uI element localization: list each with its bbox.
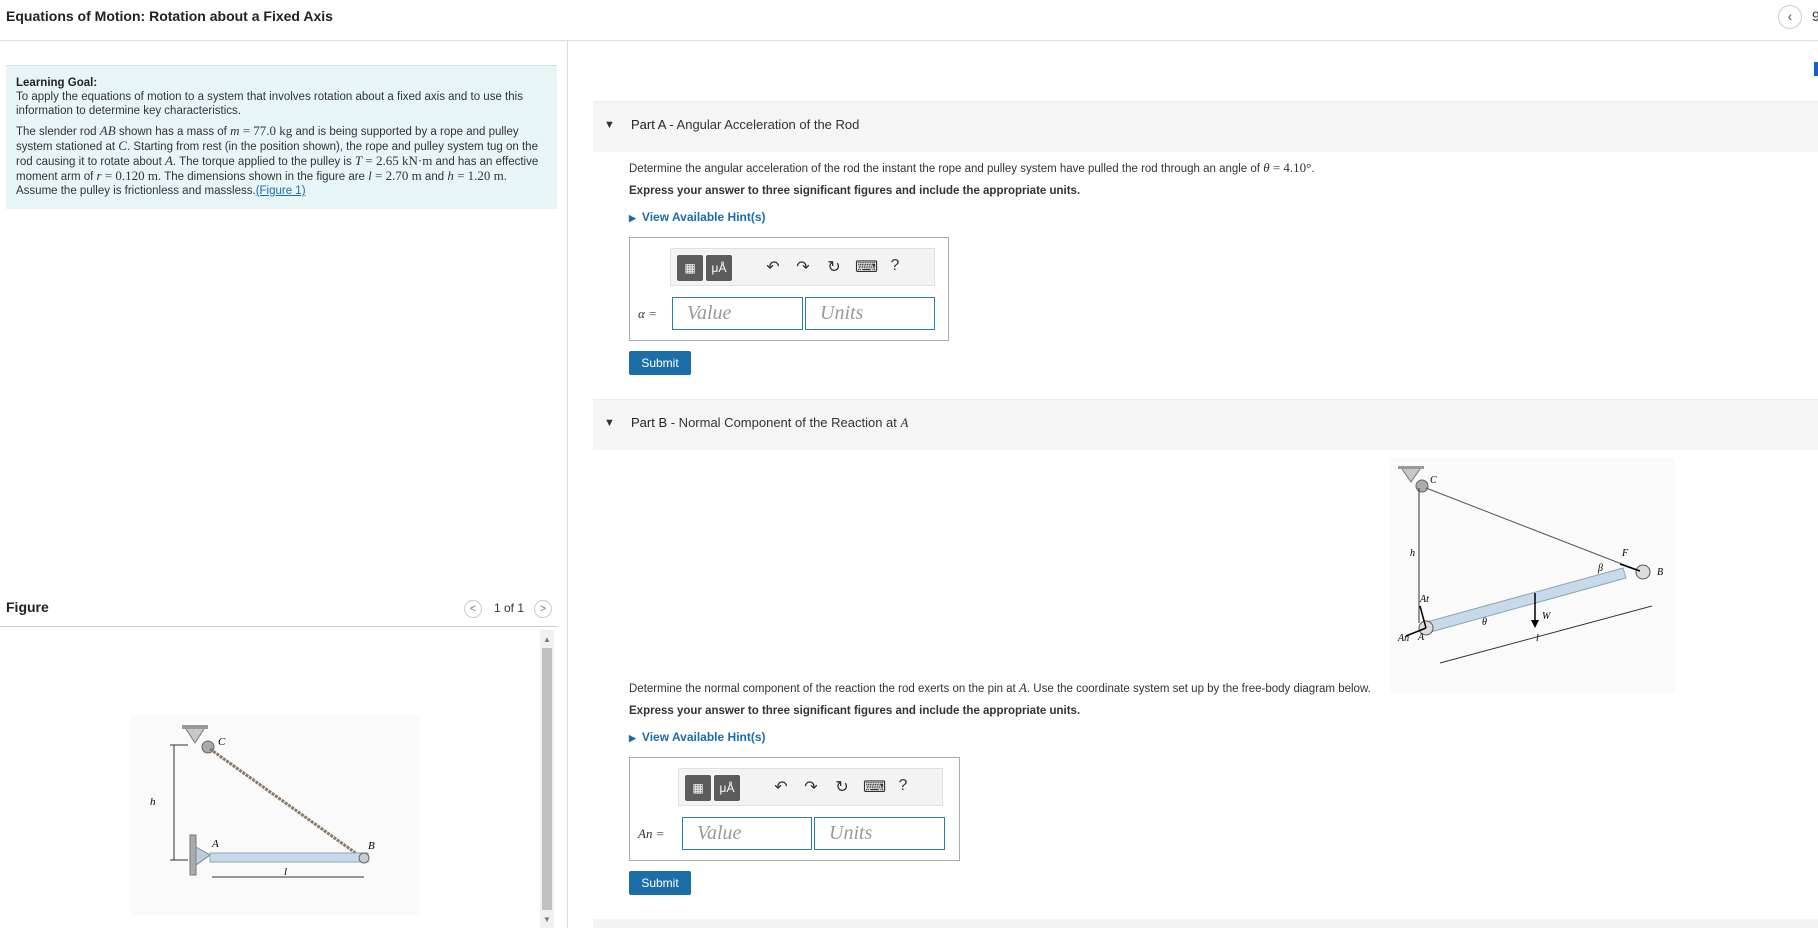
figure-prev-button[interactable]: < — [464, 600, 482, 618]
undo-icon[interactable]: ↶ — [763, 257, 783, 277]
redo-icon[interactable]: ↷ — [801, 777, 821, 797]
goal-text: To apply the equations of motion to a sy… — [16, 91, 523, 117]
part-b-value-input[interactable]: Value — [682, 817, 812, 850]
label-B: B — [368, 840, 375, 852]
caret-down-icon: ▼ — [604, 417, 615, 429]
figure-title: Figure — [6, 599, 49, 615]
reset-icon[interactable]: ↻ — [824, 257, 844, 277]
help-icon[interactable]: ? — [893, 777, 913, 795]
corner-counter: 9 — [1812, 8, 1818, 24]
fbd-label-beta: β — [1597, 563, 1603, 574]
figure-link[interactable]: (Figure 1) — [256, 185, 306, 197]
part-a-hint-link[interactable]: ▶ View Available Hint(s) — [629, 210, 766, 224]
figure-1-diagram: C h A B l — [130, 715, 420, 915]
wall-mount — [189, 834, 197, 876]
figure-header: Figure < 1 of 1 > — [0, 590, 557, 627]
fbd-label-theta: θ — [1482, 617, 1487, 628]
pulley-icon — [201, 740, 215, 754]
keyboard-icon[interactable]: ⌨ — [863, 777, 886, 797]
part-a-instruction: Express your answer to three significant… — [629, 185, 1081, 197]
templates-icon[interactable]: ▦ — [685, 775, 711, 801]
part-a-toolbar: ▦ μÅ ↶ ↷ ↻ ⌨ ? — [670, 248, 935, 286]
part-b-title: Part B - Normal Component of the Reactio… — [631, 415, 909, 430]
part-a-header[interactable]: ▼ Part A - Angular Acceleration of the R… — [593, 101, 1818, 152]
scroll-down-arrow-icon[interactable]: ▼ — [543, 915, 551, 924]
fbd-label-At: At — [1419, 594, 1429, 605]
fbd-label-C: C — [1430, 475, 1437, 486]
part-b-hint-link[interactable]: ▶ View Available Hint(s) — [629, 730, 766, 744]
units-button[interactable]: μÅ — [714, 775, 740, 801]
part-a-units-input[interactable]: Units — [805, 297, 935, 330]
part-a-value-input[interactable]: Value — [672, 297, 803, 330]
figure-pager-text: 1 of 1 — [494, 601, 525, 615]
templates-icon[interactable]: ▦ — [677, 255, 703, 281]
fbd-label-h: h — [1410, 548, 1415, 559]
header-bar: Equations of Motion: Rotation about a Fi… — [0, 0, 1818, 41]
ceiling-mount — [182, 725, 208, 729]
label-l: l — [284, 866, 287, 878]
chevron-left-icon: < — [469, 603, 477, 615]
fbd-label-An: An — [1397, 633, 1409, 644]
free-body-diagram: C h F B β At An A W θ l — [1390, 458, 1675, 693]
reset-icon[interactable]: ↻ — [832, 777, 852, 797]
fbd-ceiling — [1398, 466, 1424, 469]
fbd-label-A: A — [1417, 632, 1425, 643]
keyboard-icon[interactable]: ⌨ — [855, 257, 878, 277]
chevron-right-icon: > — [539, 603, 547, 615]
part-a-submit-button[interactable]: Submit — [629, 351, 691, 375]
help-icon[interactable]: ? — [885, 257, 905, 275]
caret-right-icon: ▶ — [629, 213, 636, 223]
problem-statement: The slender rod AB shown has a mass of m… — [16, 123, 539, 198]
label-h: h — [150, 796, 156, 808]
part-b-instruction: Express your answer to three significant… — [629, 705, 1081, 717]
fbd-bg — [1390, 458, 1675, 693]
rod-end-pin — [358, 852, 370, 864]
learning-goal: Learning Goal: To apply the equations of… — [6, 65, 557, 209]
part-b-question: Determine the normal component of the re… — [629, 680, 1371, 695]
part-b-units-input[interactable]: Units — [814, 817, 945, 850]
fbd-label-B: B — [1657, 567, 1663, 578]
accent-marker — [1814, 62, 1818, 76]
rod — [209, 852, 369, 863]
part-b-toolbar: ▦ μÅ ↶ ↷ ↻ ⌨ ? — [678, 768, 943, 806]
caret-down-icon: ▼ — [604, 119, 615, 131]
chevron-left-icon: ‹ — [1787, 8, 1793, 24]
caret-right-icon: ▶ — [629, 733, 636, 743]
fbd-pin-B — [1635, 564, 1651, 580]
next-part-strip — [593, 919, 1818, 928]
label-A: A — [211, 838, 219, 850]
part-b-variable-label: An = — [638, 826, 665, 841]
fbd-pulley-icon — [1415, 479, 1429, 493]
redo-icon[interactable]: ↷ — [793, 257, 813, 277]
part-b-answer-box: ▦ μÅ ↶ ↷ ↻ ⌨ ? An = Value Units — [629, 757, 960, 861]
fbd-label-l: l — [1536, 633, 1539, 644]
scroll-up-arrow-icon[interactable]: ▲ — [543, 635, 551, 644]
part-a-variable-label: α = — [638, 306, 657, 321]
label-C: C — [218, 736, 226, 748]
units-button[interactable]: μÅ — [706, 255, 732, 281]
part-b-header[interactable]: ▼ Part B - Normal Component of the React… — [593, 399, 1818, 450]
collapse-button[interactable]: ‹ — [1778, 5, 1802, 29]
part-a-question: Determine the angular acceleration of th… — [629, 160, 1315, 175]
part-b-submit-button[interactable]: Submit — [629, 871, 691, 895]
undo-icon[interactable]: ↶ — [771, 777, 791, 797]
figure-scroll-thumb[interactable] — [542, 648, 552, 910]
goal-heading: Learning Goal: — [16, 77, 98, 89]
part-a-answer-box: ▦ μÅ ↶ ↷ ↻ ⌨ ? α = Value Units — [629, 237, 949, 341]
fbd-label-F: F — [1621, 548, 1629, 559]
part-a-title: Part A - Angular Acceleration of the Rod — [631, 117, 860, 132]
figure-next-button[interactable]: > — [534, 600, 552, 618]
page-title: Equations of Motion: Rotation about a Fi… — [6, 8, 333, 24]
